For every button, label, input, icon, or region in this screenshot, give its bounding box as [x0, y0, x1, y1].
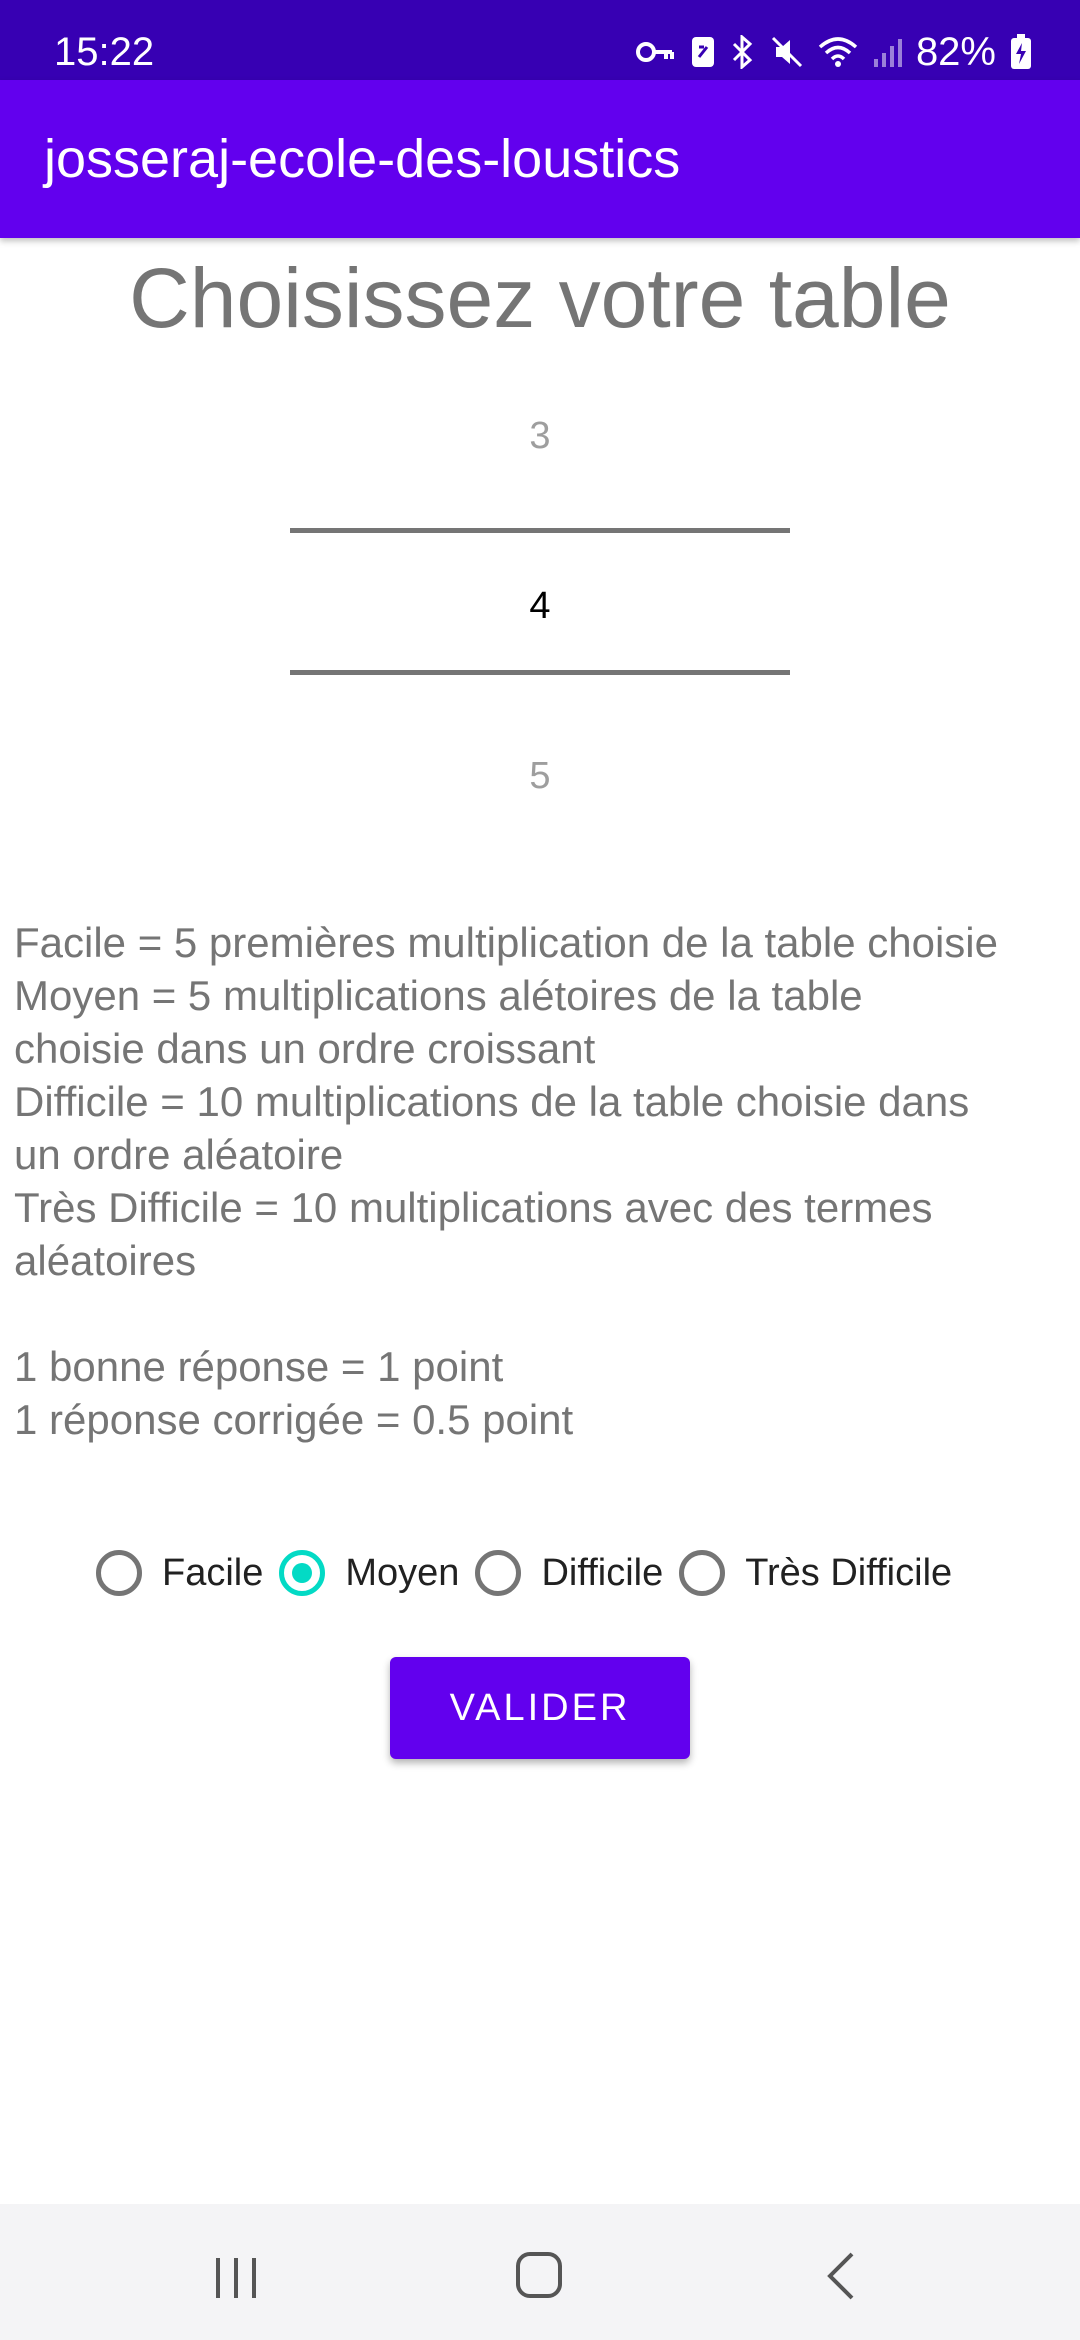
page-title: Choisissez votre table	[129, 251, 951, 345]
description-line: 1 réponse corrigée = 0.5 point	[14, 1396, 574, 1443]
app-bar: josseraj-ecole-des-loustics	[0, 80, 1080, 238]
bluetooth-icon	[732, 35, 753, 69]
description-line: choisie dans un ordre croissant	[14, 1025, 596, 1072]
battery-percentage: 82%	[915, 29, 996, 74]
description-line: Difficile = 10 multiplications de la tab…	[14, 1078, 970, 1125]
screen: 15:22 82% josseraj-ecole-des-loustics Ch…	[0, 0, 1080, 2340]
description-line: Moyen = 5 multiplications alétoires de l…	[14, 972, 863, 1019]
radio-label[interactable]: Facile	[162, 1552, 263, 1595]
table-number-picker[interactable]: 3 4 5	[290, 380, 790, 800]
description-line: un ordre aléatoire	[14, 1131, 344, 1178]
status-icons: 82%	[635, 0, 1032, 80]
radio-moyen[interactable]: Moyen	[279, 1550, 459, 1596]
radio-tres-difficile[interactable]: Très Difficile	[679, 1550, 952, 1596]
battery-charging-icon	[1011, 34, 1031, 69]
data-saver-icon	[691, 37, 714, 67]
radio-difficile[interactable]: Difficile	[475, 1550, 663, 1596]
back-icon[interactable]	[800, 2244, 880, 2304]
rules-description: Facile = 5 premières multiplication de l…	[14, 916, 1074, 1446]
navigation-bar	[0, 2204, 1080, 2340]
picker-divider-top	[290, 528, 790, 533]
radio-label[interactable]: Très Difficile	[745, 1552, 952, 1595]
picker-divider-bottom	[290, 670, 790, 675]
validate-button[interactable]: VALIDER	[390, 1657, 690, 1759]
mute-icon	[771, 36, 802, 68]
app-title: josseraj-ecole-des-loustics	[44, 129, 681, 189]
radio-label[interactable]: Moyen	[345, 1552, 459, 1595]
key-icon	[635, 42, 674, 62]
picker-previous-value[interactable]: 3	[290, 415, 790, 458]
home-icon[interactable]	[498, 2244, 578, 2304]
difficulty-radio-group: Facile Moyen Difficile Très Difficile	[96, 1543, 968, 1603]
recent-apps-icon[interactable]	[196, 2244, 276, 2304]
description-line: 1 bonne réponse = 1 point	[14, 1343, 504, 1390]
description-line: Facile = 5 premières multiplication de l…	[14, 919, 998, 966]
wifi-icon	[818, 37, 858, 67]
description-line-blank: ​	[14, 1287, 1074, 1340]
status-bar: 15:22 82%	[0, 0, 1080, 80]
radio-button-icon[interactable]	[96, 1550, 142, 1596]
radio-button-checked-icon[interactable]	[279, 1550, 326, 1596]
description-line: Très Difficile = 10 multiplications avec…	[14, 1184, 933, 1231]
radio-label[interactable]: Difficile	[541, 1552, 663, 1595]
picker-next-value[interactable]: 5	[290, 755, 790, 798]
signal-icon	[873, 39, 902, 67]
status-time: 15:22	[54, 30, 155, 74]
radio-button-icon[interactable]	[475, 1550, 522, 1596]
radio-button-icon[interactable]	[679, 1550, 726, 1596]
picker-selected-value[interactable]: 4	[290, 585, 790, 628]
description-line: aléatoires	[14, 1237, 197, 1284]
radio-facile[interactable]: Facile	[96, 1550, 263, 1596]
